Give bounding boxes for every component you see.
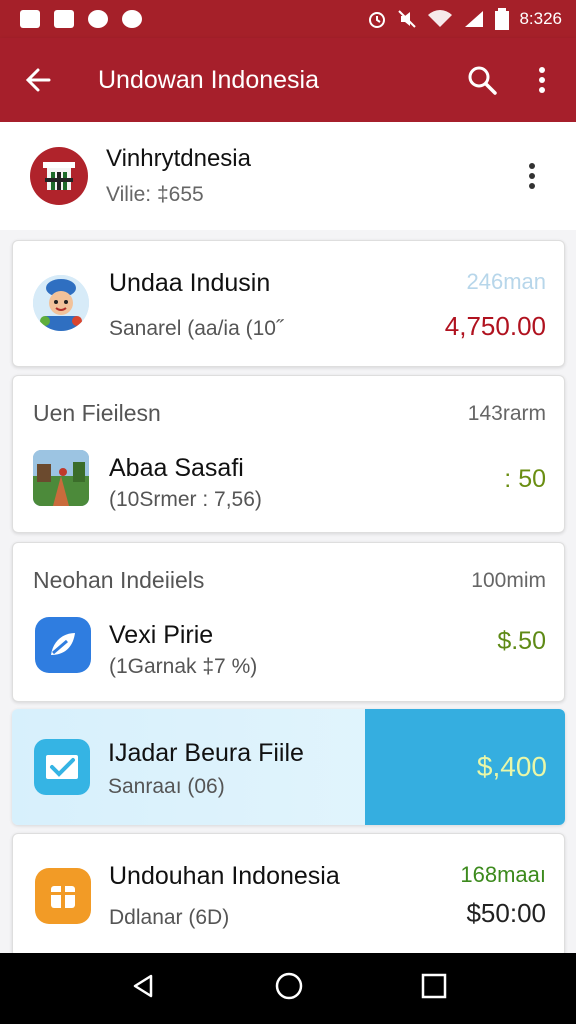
list-item[interactable]: 168maaı Undouhan Indonesia Ddlanar (6D) … xyxy=(12,833,565,958)
list-item-selected[interactable]: IJadar Beura Fiile Sanraaı (06) $,400 xyxy=(12,709,565,825)
app-bar: Undowan Indonesia xyxy=(0,38,576,122)
person-avatar-icon xyxy=(33,275,89,331)
item-name: Vexi Pirie xyxy=(109,621,214,649)
nav-back-button[interactable] xyxy=(129,972,157,1005)
more-vert-icon xyxy=(539,67,545,93)
item-subtitle: Sanarel (aa/ia (10˝ xyxy=(109,317,283,340)
wifi-icon xyxy=(428,10,453,27)
chat-icon xyxy=(88,10,108,28)
nav-home-icon xyxy=(275,972,303,1000)
mail-check-icon xyxy=(46,755,78,779)
item-name: IJadar Beura Fiile xyxy=(108,739,304,767)
status-bar: 8:326 xyxy=(0,0,576,38)
item-subtitle: Ddlanar (6D) xyxy=(109,906,230,929)
account-header[interactable]: Vinhrytdnesia Vilie: ‡655 xyxy=(0,122,576,230)
more-vert-icon xyxy=(529,163,535,189)
nav-back-icon xyxy=(133,974,152,998)
message-icon xyxy=(122,10,142,28)
overflow-menu-button[interactable] xyxy=(512,38,572,122)
list-item[interactable]: Neohan Indeiiels 100mim Vexi Pirie (1Gar… xyxy=(12,542,565,702)
avatar xyxy=(33,275,89,331)
back-button[interactable] xyxy=(0,38,76,122)
item-subtitle: Sanraaı (06) xyxy=(108,775,225,798)
item-subtitle: (1Garnak ‡7 %) xyxy=(109,655,258,678)
app-icon xyxy=(35,868,91,924)
search-icon xyxy=(468,66,497,95)
item-subtitle: (10Srmer : 7,56) xyxy=(109,488,262,511)
landscape-thumbnail-icon xyxy=(33,450,89,506)
alarm-icon xyxy=(369,12,386,28)
app-icon xyxy=(35,617,91,673)
leaf-check-icon xyxy=(51,633,75,655)
building-logo-icon xyxy=(43,162,75,190)
section-meta: 143rarm xyxy=(467,402,546,425)
section-meta: 100mim xyxy=(471,569,546,592)
nav-home-button[interactable] xyxy=(274,971,304,1006)
list-item[interactable]: 246man Undaa Indusin Sanarel (aa/ia (10˝… xyxy=(12,240,565,367)
battery-icon xyxy=(495,8,510,30)
mute-icon xyxy=(398,10,417,28)
page-title: Undowan Indonesia xyxy=(98,65,319,94)
system-nav-bar xyxy=(0,953,576,1024)
calendar-icon xyxy=(54,10,74,28)
signal-icon xyxy=(465,11,484,27)
search-button[interactable] xyxy=(452,38,512,122)
nav-recent-icon xyxy=(422,973,447,999)
thumbnail xyxy=(33,450,89,506)
account-logo xyxy=(30,147,88,205)
gallery-icon xyxy=(20,10,40,28)
item-name: Undaa Indusin xyxy=(109,269,271,297)
section-title: Uen Fieilesn xyxy=(33,400,161,426)
item-name: Abaa Sasafi xyxy=(109,454,244,482)
app-icon xyxy=(34,739,90,795)
section-title: Neohan Indeiiels xyxy=(33,567,205,593)
account-name: Vinhrytdnesia xyxy=(106,145,251,172)
item-name: Undouhan Indonesia xyxy=(109,862,340,890)
item-amount: 4,750.00 xyxy=(444,311,546,341)
item-time: 168maaı xyxy=(460,862,546,887)
item-time: 246man xyxy=(466,269,546,294)
list-item[interactable]: Uen Fieilesn 143rarm Abaa Sasafi (10Srme… xyxy=(12,375,565,533)
status-time: 8:326 xyxy=(519,9,562,28)
nav-recent-button[interactable] xyxy=(421,973,447,1004)
item-amount: : 50 xyxy=(504,465,546,493)
item-amount: $50:00 xyxy=(466,898,546,928)
item-amount: $.50 xyxy=(497,627,546,655)
account-balance: Vilie: ‡655 xyxy=(106,183,204,206)
back-arrow-icon xyxy=(25,68,51,92)
header-menu-button[interactable] xyxy=(502,146,562,206)
gift-box-icon xyxy=(51,886,75,908)
item-amount: $,400 xyxy=(476,751,547,782)
